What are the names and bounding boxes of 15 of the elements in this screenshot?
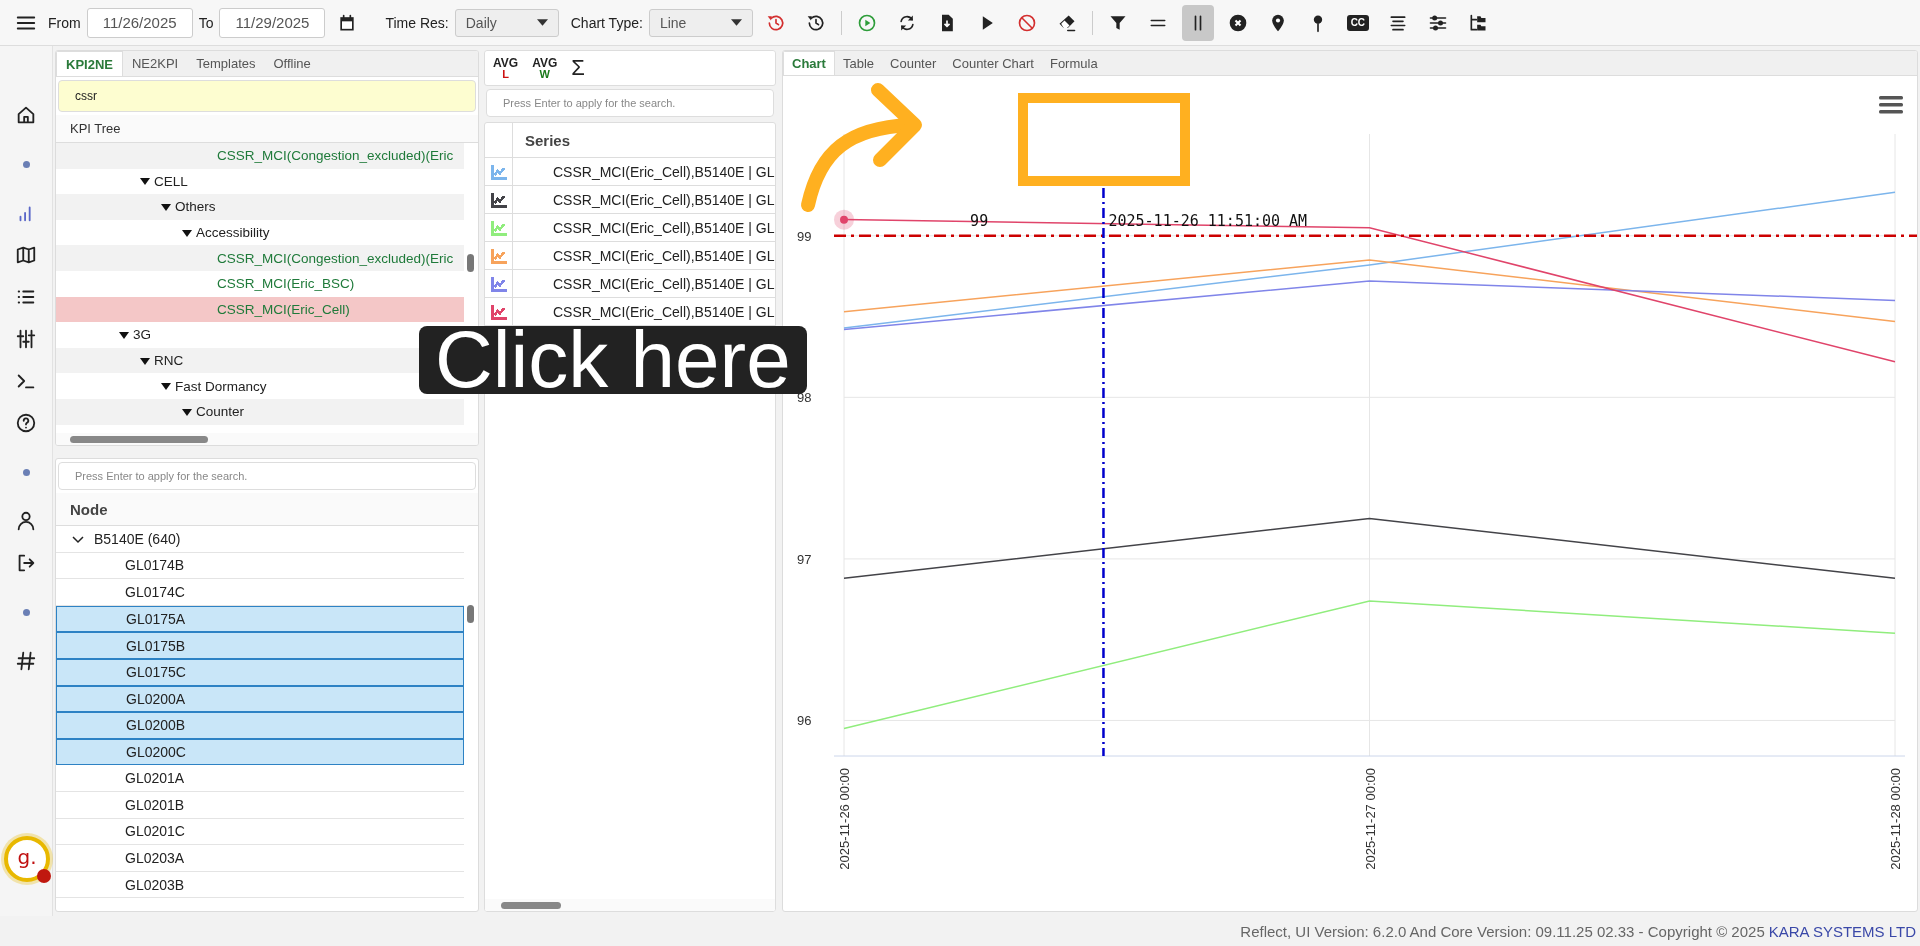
y-axis-label: 99 xyxy=(797,228,812,244)
y-axis-label: 97 xyxy=(797,551,812,567)
from-label: From xyxy=(48,14,81,31)
tree-header: KPI Tree xyxy=(56,115,478,143)
node-column-header: Node xyxy=(56,493,478,526)
y-axis-label: 96 xyxy=(797,713,812,729)
x-axis-label: 2025-11-28 00:00 xyxy=(1888,768,1903,870)
time-res-label: Time Res: xyxy=(385,14,449,31)
to-label: To xyxy=(198,14,214,31)
chart-type-label: Chart Type: xyxy=(570,14,643,31)
series-column-header: Series xyxy=(524,130,571,151)
x-axis-label: 2025-11-27 00:00 xyxy=(1362,768,1378,870)
click-here-tooltip: Click here xyxy=(419,326,807,394)
x-axis-label: 2025-11-26 00:00 xyxy=(837,768,852,870)
footer-copyright: Reflect, UI Version: 6.2.0 And Core Version: 09.11.25 02.33 - Copyright © 2025 xyxy=(1240,922,1765,940)
